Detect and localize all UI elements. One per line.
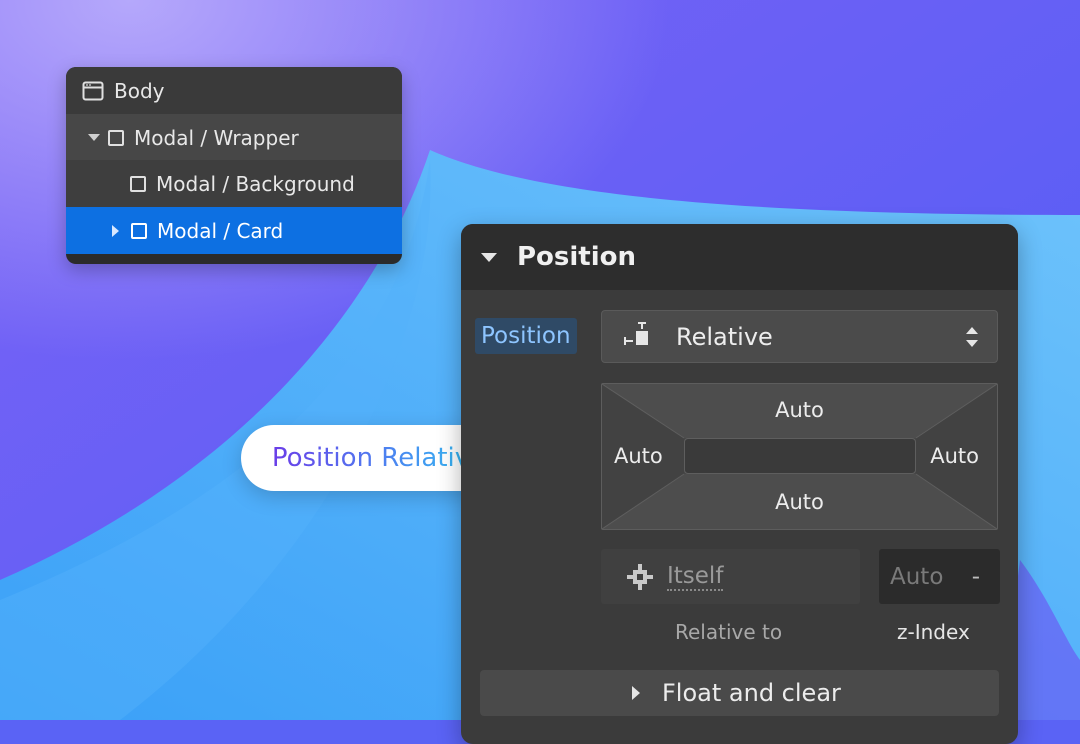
offset-box-model: Auto Auto Auto Auto xyxy=(601,383,998,530)
offset-bottom-value[interactable]: Auto xyxy=(602,490,997,514)
z-index-input[interactable]: Auto - xyxy=(879,549,1000,604)
position-select[interactable]: Relative xyxy=(601,310,998,363)
offset-top-value[interactable]: Auto xyxy=(602,398,997,422)
z-index-dash: - xyxy=(971,563,980,590)
position-select-value: Relative xyxy=(676,322,773,351)
relative-to-button[interactable]: Itself xyxy=(601,549,860,604)
box-icon xyxy=(130,175,146,192)
position-property-label[interactable]: Position xyxy=(475,318,577,354)
badge-text: Position Relative xyxy=(271,443,487,473)
box-icon xyxy=(108,129,124,146)
chevron-down-icon[interactable] xyxy=(481,252,497,262)
box-icon xyxy=(131,222,147,239)
position-panel: Position Position Relative Auto Auto Aut… xyxy=(461,224,1018,744)
relative-to-value: Itself xyxy=(667,562,724,591)
navigator-item-modal-background[interactable]: Modal / Background xyxy=(66,160,402,207)
chevron-down-icon[interactable] xyxy=(88,134,100,141)
offset-right-value[interactable]: Auto xyxy=(930,444,979,468)
navigator-item-body[interactable]: Body xyxy=(66,67,402,114)
chevron-right-icon[interactable] xyxy=(112,224,119,237)
navigator-item-label: Modal / Card xyxy=(157,218,284,243)
browser-window-icon xyxy=(82,81,104,100)
up-down-arrows-icon xyxy=(966,327,978,347)
float-and-clear-label: Float and clear xyxy=(662,679,841,707)
offset-element-box xyxy=(684,438,916,474)
float-and-clear-section[interactable]: Float and clear xyxy=(480,670,999,716)
relative-to-caption: Relative to xyxy=(675,620,783,644)
z-index-caption: z-Index xyxy=(897,620,970,644)
element-target-icon xyxy=(627,563,653,590)
relative-position-icon xyxy=(624,321,648,345)
navigator-panel: Body Modal / Wrapper Modal / Background … xyxy=(66,67,402,264)
navigator-item-label: Modal / Background xyxy=(156,171,355,196)
navigator-item-label: Modal / Wrapper xyxy=(134,125,299,150)
panel-title: Position xyxy=(517,242,637,272)
chevron-right-icon xyxy=(632,686,640,700)
navigator-item-modal-card[interactable]: Modal / Card xyxy=(66,207,402,254)
offset-left-value[interactable]: Auto xyxy=(614,444,663,468)
panel-header[interactable]: Position xyxy=(461,224,1018,290)
navigator-item-label: Body xyxy=(114,78,165,103)
navigator-item-modal-wrapper[interactable]: Modal / Wrapper xyxy=(66,114,402,161)
z-index-value: Auto xyxy=(890,563,944,590)
